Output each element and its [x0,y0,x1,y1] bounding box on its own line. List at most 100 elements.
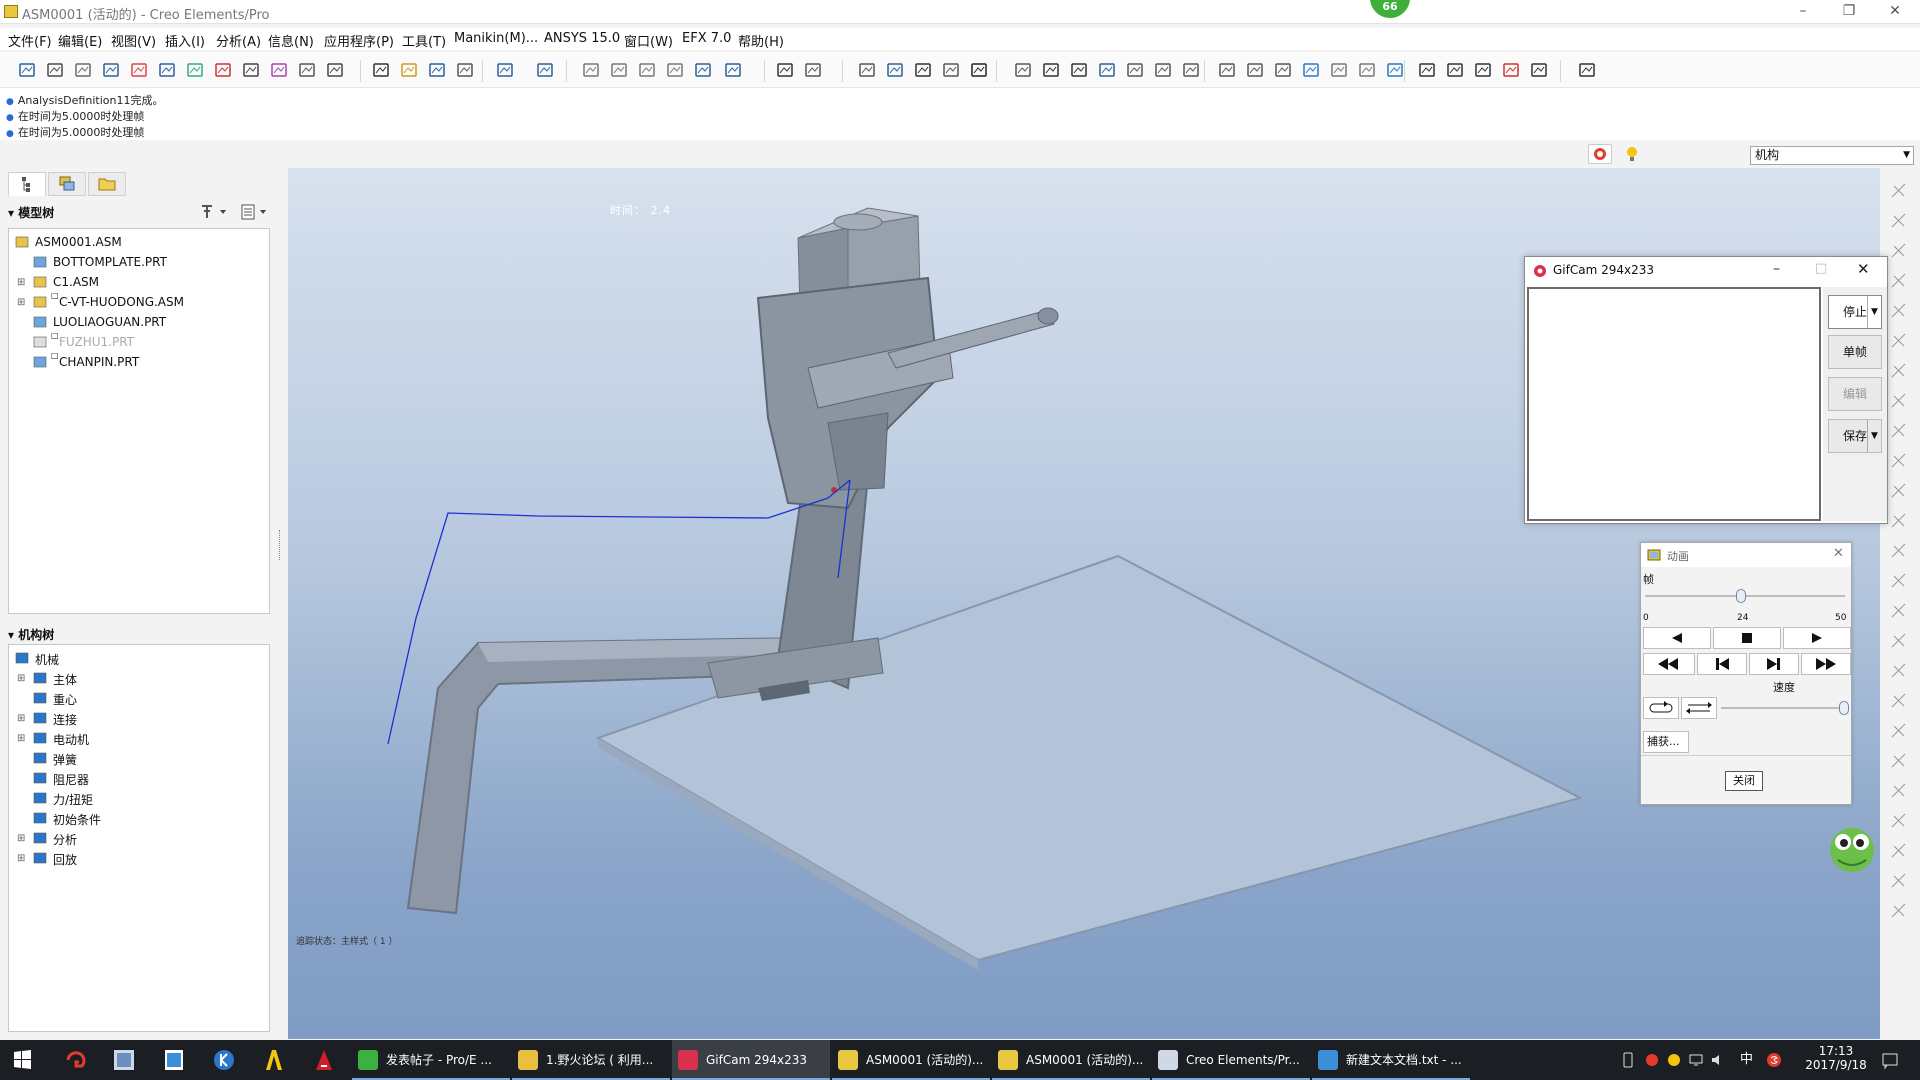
tree-item[interactable]: □ FUZHU1.PRT [13,331,263,353]
regenerate-icon[interactable] [692,59,714,81]
sketch-tool-icon[interactable] [1888,480,1910,502]
ime-indicator[interactable]: 中 [1740,1040,1753,1080]
mascot-widget[interactable] [1824,820,1880,876]
save-button[interactable]: 保存 ▼ [1828,419,1882,453]
layer-icon[interactable] [1180,59,1202,81]
tree-item[interactable]: LUOLIAOGUAN.PRT [13,313,263,333]
shade-icon[interactable] [1356,59,1378,81]
tool-icon[interactable] [16,59,38,81]
animation-dialog[interactable]: 动画 ✕ 帧 0 24 50 速度 捕获... 关闭 [1640,542,1852,805]
tree-item[interactable]: □ CHANPIN.PRT [13,351,263,373]
tool-icon[interactable] [100,59,122,81]
tree-item[interactable]: ⊞ 主体 [13,669,263,689]
menu-item[interactable]: 工具(T) [402,31,446,50]
find-icon[interactable] [774,59,796,81]
loop-button[interactable] [1643,697,1679,719]
tree-item[interactable]: ASM0001.ASM [13,233,263,253]
tree-item[interactable]: ⊞ □ C-VT-HUODONG.ASM [13,291,263,313]
stop-button[interactable]: 停止 ▼ [1828,295,1882,329]
start-button[interactable] [0,1040,44,1080]
pinned-app[interactable] [254,1040,294,1080]
menu-item[interactable]: 分析(A) [216,31,261,50]
phone-icon[interactable] [1620,1052,1636,1068]
menu-item[interactable]: 文件(F) [8,31,52,50]
taskbar-item[interactable]: Creo Elements/Pr... [1152,1040,1310,1080]
gifcam-maximize-button[interactable]: □ [1815,261,1827,276]
panel-splitter[interactable] [279,530,282,560]
close-button[interactable]: 关闭 [1725,771,1763,791]
paste-special-icon[interactable] [664,59,686,81]
menu-item[interactable]: 窗口(W) [624,31,673,50]
tool-icon[interactable] [128,59,150,81]
sketch-tool-icon[interactable] [1888,210,1910,232]
tab-folder-browser[interactable] [88,172,126,196]
tree-columns-button[interactable] [238,202,270,222]
sketch-tool-icon[interactable] [1888,540,1910,562]
expand-icon[interactable]: ⊞ [17,833,25,844]
tool-icon[interactable] [212,59,234,81]
cut-icon[interactable] [580,59,602,81]
pinned-app[interactable] [104,1040,144,1080]
tree-item[interactable]: 力/扭矩 [13,789,263,809]
tree-item[interactable]: ⊞ 电动机 [13,729,263,749]
animation-close-icon[interactable]: ✕ [1833,546,1844,561]
tree-item[interactable]: 重心 [13,689,263,709]
sketch-tool-icon[interactable] [1888,450,1910,472]
sogou-icon[interactable] [1766,1052,1782,1068]
chevron-down-icon[interactable]: ▼ [1867,420,1881,452]
sketch-tool-icon[interactable] [1888,300,1910,322]
copy-icon[interactable] [608,59,630,81]
tool-icon[interactable] [44,59,66,81]
menu-item[interactable]: 视图(V) [111,31,156,50]
sketch-tool-icon[interactable] [1888,420,1910,442]
tree-item[interactable]: 机械 [13,649,263,669]
datum-icon[interactable] [1528,59,1550,81]
sketch-tool-icon[interactable] [1888,600,1910,622]
tree-item[interactable]: ⊞ 分析 [13,829,263,849]
menu-item[interactable]: 应用程序(P) [324,31,394,50]
play-forward-button[interactable] [1783,627,1851,649]
tool-icon[interactable] [324,59,346,81]
taskbar-item[interactable]: ASM0001 (活动的)... [992,1040,1150,1080]
sketch-tool-icon[interactable] [1888,630,1910,652]
tool-icon[interactable] [940,59,962,81]
expand-icon[interactable]: ⊞ [17,673,25,684]
shade-icon[interactable] [1384,59,1406,81]
new-file-icon[interactable] [370,59,392,81]
shade-icon[interactable] [1300,59,1322,81]
mode-select[interactable]: 机构 ▼ [1750,146,1914,165]
sketch-tool-icon[interactable] [1888,870,1910,892]
shade-icon[interactable] [1328,59,1350,81]
speed-slider-track[interactable] [1721,707,1847,709]
notification-icon[interactable] [1880,1050,1900,1070]
animation-titlebar[interactable]: 动画 ✕ [1641,543,1851,567]
play-backward-button[interactable] [1643,627,1711,649]
lightbulb-icon[interactable] [1622,144,1642,164]
tool-icon[interactable] [884,59,906,81]
taskbar-item[interactable]: 发表帖子 - Pro/E ... [352,1040,510,1080]
taskbar-item[interactable]: ASM0001 (活动的)... [832,1040,990,1080]
tree-item[interactable]: 阻尼器 [13,769,263,789]
sketch-tool-icon[interactable] [1888,570,1910,592]
network-icon[interactable] [1688,1052,1704,1068]
menu-item[interactable]: EFX 7.0 [682,31,731,46]
sketch-tool-icon[interactable] [1888,690,1910,712]
undo-icon[interactable] [494,59,516,81]
taskbar-item[interactable]: 1.野火论坛 ( 利用... [512,1040,670,1080]
tab-model-tree[interactable] [8,172,46,196]
pinned-app[interactable] [54,1040,94,1080]
expand-icon[interactable]: ⊞ [17,853,25,864]
gifcam-titlebar[interactable]: GifCam 294x233 – □ ✕ [1525,257,1887,285]
shade-icon[interactable] [1272,59,1294,81]
gifcam-window[interactable]: GifCam 294x233 – □ ✕ 停止 ▼ 单帧 编辑 保存 ▼ [1524,256,1888,524]
menu-item[interactable]: 插入(I) [165,31,205,50]
zoom-out-icon[interactable] [1068,59,1090,81]
pinned-app[interactable] [204,1040,244,1080]
menu-item[interactable]: ANSYS 15.0 [544,31,620,46]
sketch-tool-icon[interactable] [1888,660,1910,682]
tree-filter-button[interactable] [198,202,230,222]
clock[interactable]: 17:13 2017/9/18 [1796,1044,1876,1072]
expand-icon[interactable]: ⊞ [17,733,25,744]
expand-icon[interactable]: ⊞ [17,277,25,288]
tray-app-icon[interactable] [1644,1052,1660,1068]
